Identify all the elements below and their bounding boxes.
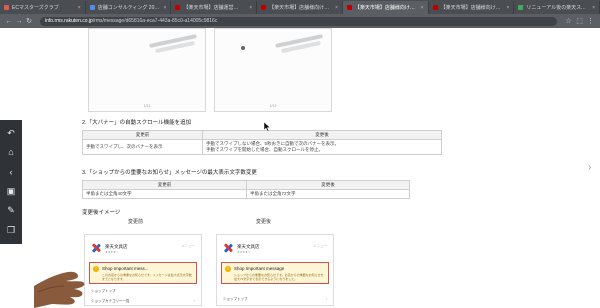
extensions-icon[interactable]: ⬚ [574, 17, 585, 25]
phone-mockup-before: 楽天文具店 ★★★★☆ メニュー ! Shop Important mess..… [84, 234, 202, 306]
close-tab-icon[interactable]: × [506, 5, 509, 11]
notice-title: Shop Important message [234, 266, 285, 271]
important-notice-box: ! Shop Important message ショップからの重要なお知らせで… [221, 262, 329, 284]
section-3-title: 3.「ショップからの重要なお知らせ」メッセージの最大表示文字数変更 [82, 170, 257, 176]
column-after-label: 変更後 [256, 219, 272, 225]
message-length-table: 変更前 変更後 半角または全角40文字 半角または全角72文字 [82, 180, 410, 199]
table-header-before: 変更前 [82, 180, 247, 190]
tab-label: 【楽天市場】店舗様向け情報 [354, 5, 419, 11]
table-cell-after: 手動でスワイプしない場合、5秒おきに自動で次のバナーを表示。 手動でスワイプを開… [202, 139, 442, 155]
browser-tab[interactable]: 【楽天市場】店舗様向け情報 × [429, 1, 515, 14]
home-icon[interactable]: ⌂ [8, 148, 13, 157]
close-tab-icon[interactable]: × [249, 5, 252, 11]
table-cell-after: 半角または全角72文字 [246, 189, 410, 199]
reload-icon[interactable]: ↻ [24, 17, 34, 25]
column-before-label: 変更前 [128, 219, 144, 225]
shop-menu-label: メニュー [313, 244, 327, 248]
favicon-icon [518, 5, 524, 10]
banner-dot [241, 46, 245, 50]
browser-tab[interactable]: リニューアル後の楽天スマホ対応× [514, 1, 600, 14]
favicon-icon [175, 5, 181, 10]
mouse-cursor-icon [264, 122, 271, 132]
copy-icon[interactable]: ❐ [7, 225, 15, 235]
undo-icon[interactable]: ↶ [7, 129, 15, 138]
browser-tab[interactable]: 【楽天市場】店舗運営… × [171, 1, 258, 14]
phone-mockup-after: 楽天文具店 ★★★★☆ メニュー ! Shop Important messag… [216, 234, 334, 306]
screenshot-caption: 1/12 [269, 104, 277, 108]
shop-rating: ★★★★☆ [105, 250, 119, 254]
favicon-icon [89, 5, 95, 10]
tab-label: ECマスターズクラブ [12, 5, 59, 11]
browser-tab[interactable]: 【楽天市場】店舗様向け情報 × [257, 1, 343, 14]
table-cell-before: 半角または全角40文字 [82, 189, 247, 199]
table-cell-after-line2: 手動でスワイプを開始した場合、自動スクロールを停止。 [206, 147, 323, 152]
important-notice-box: ! Shop Important mess... このお店からの重要なお知らせで… [89, 262, 197, 284]
presenter-hand [34, 271, 85, 308]
chevron-right-icon: › [325, 296, 327, 301]
forward-icon[interactable]: → [14, 18, 24, 25]
close-tab-icon[interactable]: × [335, 5, 338, 11]
product-screenshot-after: 1/12 [214, 28, 332, 112]
warning-icon: ! [225, 266, 231, 272]
tab-label: 【楽天市場】店舗様向け情報 [269, 5, 333, 11]
browser-tab[interactable]: 店舗コンサルティング 2021年6月× [86, 1, 172, 14]
page-content: 1/12 1/12 2.「大バナー」の自動スクロール機能を追加 変更前 変更後 … [80, 28, 550, 308]
favicon-icon [4, 5, 9, 10]
close-tab-icon[interactable]: × [421, 5, 424, 11]
browser-toolbar: ← → ↻ info.rms.rakuten.co.jp /rms/messag… [0, 14, 600, 28]
annotation-toolbar: ↶ ⌂ ‹ ▣ ✎ ❐ [0, 120, 22, 244]
shop-logo-icon [223, 243, 233, 253]
table-header-after: 変更後 [202, 130, 442, 140]
star-icon[interactable]: ☆ [563, 17, 574, 25]
back-icon[interactable]: ← [4, 18, 14, 25]
favicon-icon [261, 5, 267, 10]
banner-change-table: 変更前 変更後 手動でスワイプし、次のバナーを表示 手動でスワイプしない場合、5… [82, 130, 442, 155]
table-cell-before: 手動でスワイプし、次のバナーを表示 [82, 139, 203, 155]
pen-icon[interactable]: ✎ [7, 206, 15, 215]
favicon-icon [432, 5, 438, 10]
menu-icon[interactable]: ⋮ [585, 17, 596, 25]
product-screenshot-before: 1/12 [88, 28, 206, 112]
page-next-icon[interactable]: › [588, 162, 598, 176]
screenshot-caption: 1/12 [143, 104, 151, 108]
tab-label: 【楽天市場】店舗運営… [183, 5, 239, 11]
table-header-before: 変更前 [82, 130, 203, 140]
browser-tab[interactable]: 【楽天市場】店舗様向け情報 × [342, 1, 429, 14]
favicon-icon [346, 5, 352, 10]
section-2-title: 2.「大バナー」の自動スクロール機能を追加 [82, 120, 192, 126]
close-tab-icon[interactable]: × [592, 5, 595, 11]
shop-menu-label: メニュー [181, 244, 195, 248]
tab-label: 【楽天市場】店舗様向け情報 [440, 5, 505, 11]
browser-tab[interactable]: ECマスターズクラブ × [0, 1, 86, 14]
back-arrow-icon[interactable]: ‹ [10, 167, 13, 177]
tab-label: 店舗コンサルティング 2021年6月 [97, 5, 162, 11]
url-path: /rms/message/d65816a-eca7-443a-85c0-a140… [92, 18, 218, 24]
close-tab-icon[interactable]: × [164, 5, 167, 11]
briefcase-icon[interactable]: ▣ [7, 187, 16, 196]
url-host: info.rms.rakuten.co.jp [45, 18, 93, 24]
notice-body: ショップからの重要なお知らせです。お店からの重要なお知らせを最大72文字まで表示… [234, 273, 324, 281]
shop-rating: ★★★★☆ [237, 250, 251, 254]
image-section-title: 変更後イメージ [82, 210, 121, 216]
chevron-right-icon: › [193, 298, 195, 303]
tab-label: リニューアル後の楽天スマホ対応 [526, 5, 591, 11]
close-tab-icon[interactable]: × [78, 5, 81, 11]
table-header-after: 変更後 [246, 180, 410, 190]
menu-row: ショップトップ [223, 297, 248, 301]
address-bar[interactable]: info.rms.rakuten.co.jp /rms/message/d658… [40, 16, 557, 26]
notice-body: このお店からの重要なお知らせです。メッセージは最大表示文字数までとなります。 [102, 273, 192, 281]
notice-title: Shop Important mess... [102, 266, 149, 271]
browser-tab-strip: ECマスターズクラブ×店舗コンサルティング 2021年6月×【楽天市場】店舗運営… [0, 0, 600, 14]
